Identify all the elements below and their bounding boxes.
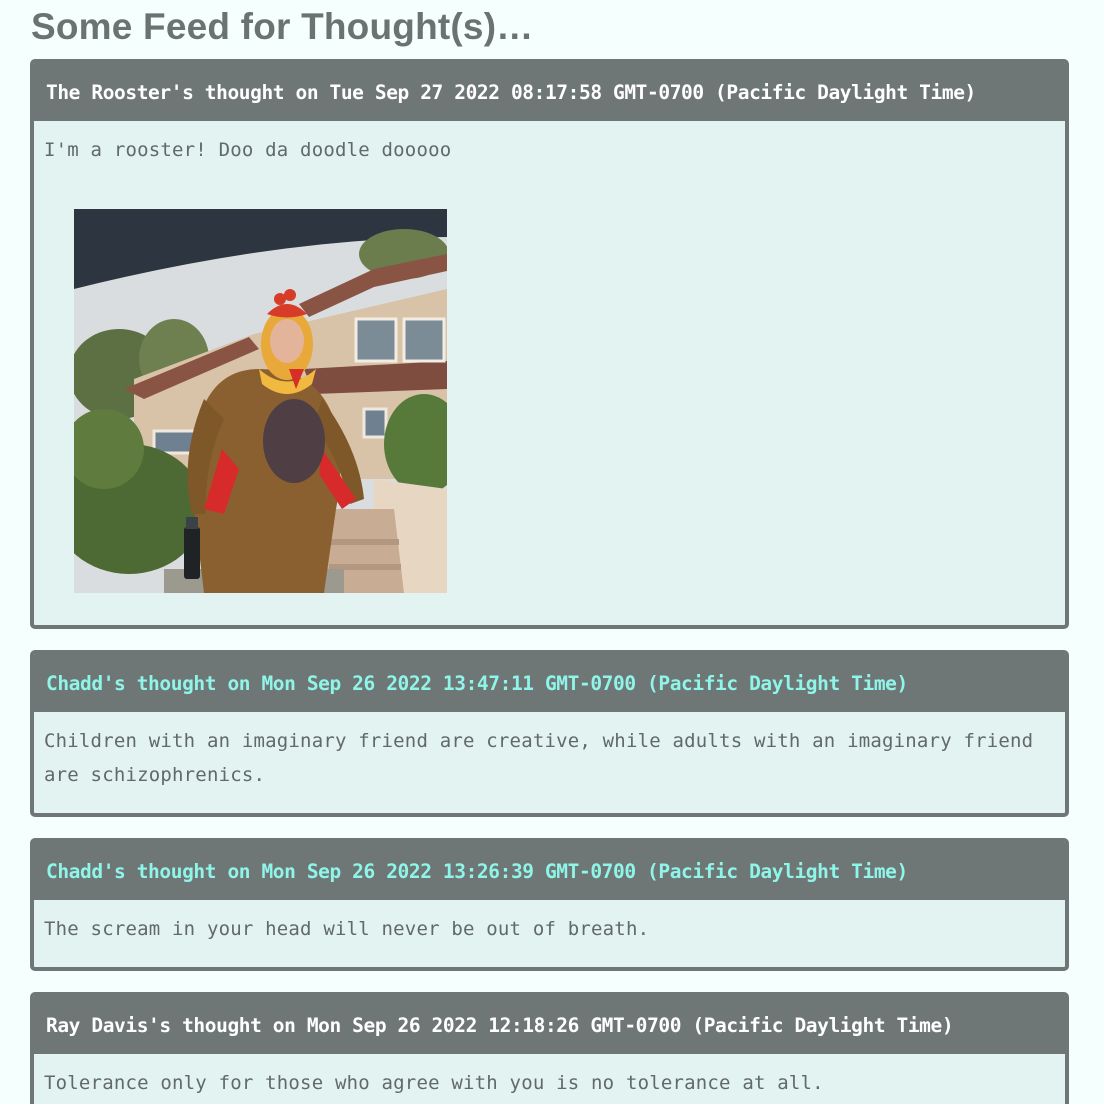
thought-card: The Rooster's thought on Tue Sep 27 2022… — [30, 59, 1069, 629]
thought-header: Chadd's thought on Mon Sep 26 2022 13:47… — [34, 654, 1065, 712]
thought-body: Children with an imaginary friend are cr… — [34, 712, 1065, 792]
thought-body: I'm a rooster! Doo da doodle dooooo — [34, 121, 1065, 593]
thought-text: I'm a rooster! Doo da doodle dooooo — [44, 139, 452, 161]
page-title: Some Feed for Thought(s)… — [31, 6, 534, 47]
thought-header: The Rooster's thought on Tue Sep 27 2022… — [34, 63, 1065, 121]
thought-text: The scream in your head will never be ou… — [44, 918, 650, 940]
thought-text: Tolerance only for those who agree with … — [44, 1072, 824, 1094]
thought-header: Chadd's thought on Mon Sep 26 2022 13:26… — [34, 842, 1065, 900]
thought-text: Children with an imaginary friend are cr… — [44, 730, 1034, 786]
thought-card: Ray Davis's thought on Mon Sep 26 2022 1… — [30, 992, 1069, 1104]
thought-header: Ray Davis's thought on Mon Sep 26 2022 1… — [34, 996, 1065, 1054]
rooster-costume-photo[interactable] — [74, 209, 447, 593]
thought-body: The scream in your head will never be ou… — [34, 900, 1065, 946]
feed-page: Some Feed for Thought(s)… The Rooster's … — [0, 0, 1104, 1104]
thought-card: Chadd's thought on Mon Sep 26 2022 13:47… — [30, 650, 1069, 817]
thought-body: Tolerance only for those who agree with … — [34, 1054, 1065, 1100]
thought-card: Chadd's thought on Mon Sep 26 2022 13:26… — [30, 838, 1069, 971]
